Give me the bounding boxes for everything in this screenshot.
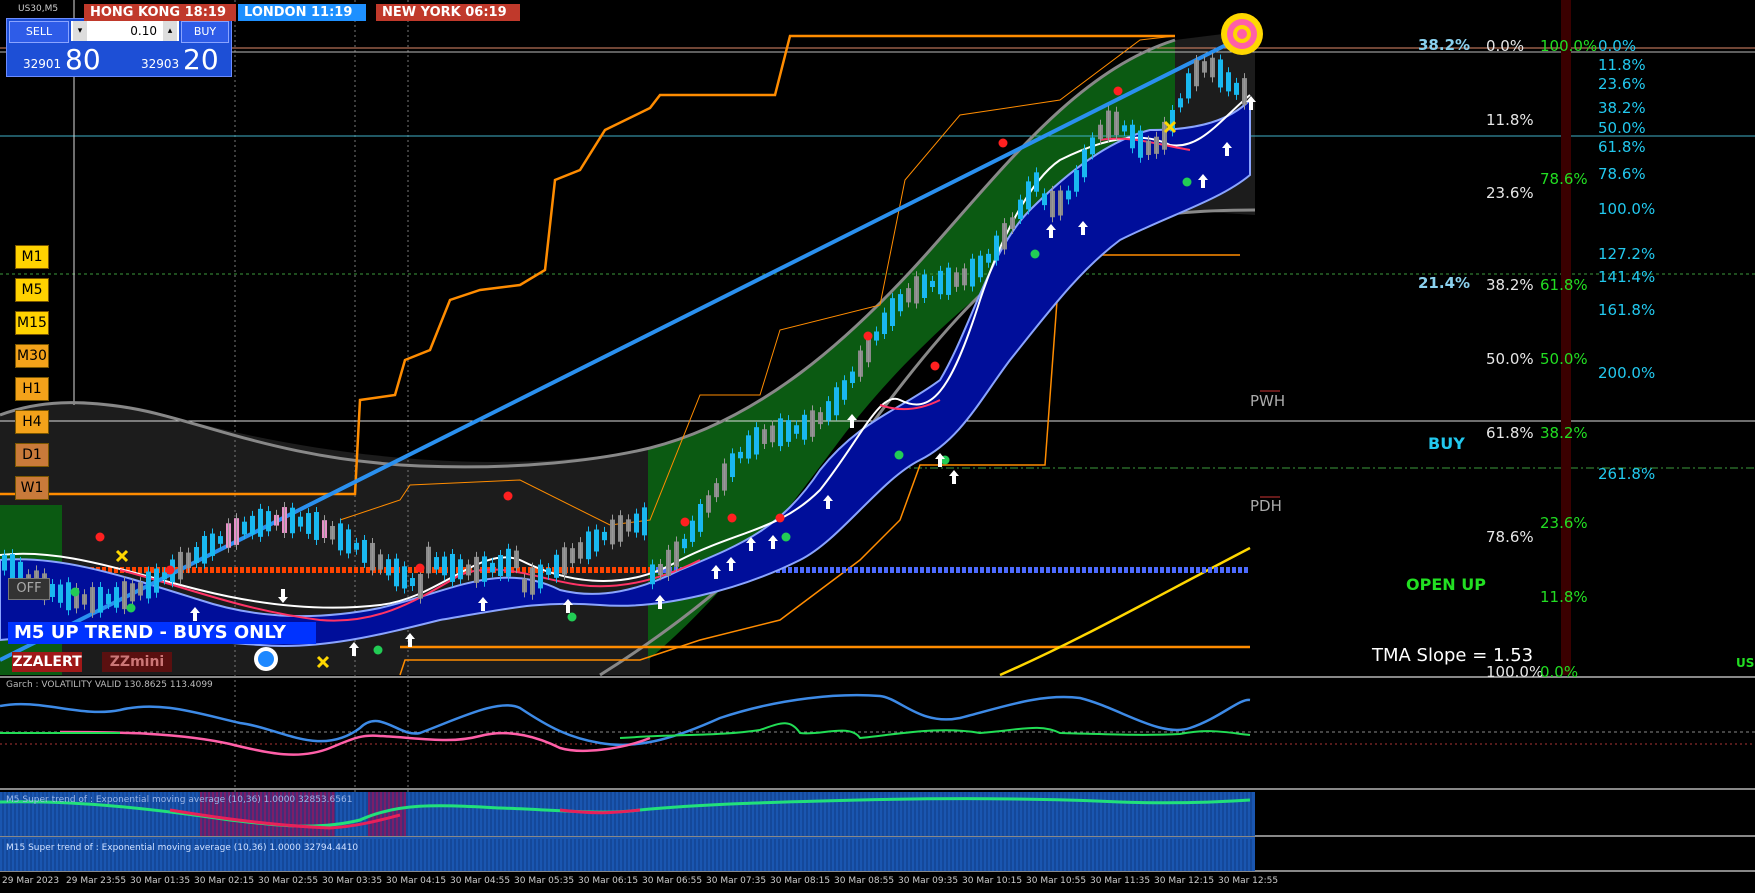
- time-axis-label: 30 Mar 12:15: [1154, 876, 1215, 886]
- fib-white-0: 0.0%: [1486, 37, 1525, 55]
- fib-cyan-7: 100.0%: [1598, 200, 1656, 218]
- fib-cyan-5: 61.8%: [1598, 138, 1646, 156]
- fib-left-38: 38.2%: [1418, 36, 1471, 54]
- sell-price-pips: 80: [65, 43, 101, 76]
- time-axis-label: 30 Mar 06:15: [578, 876, 639, 886]
- sell-price-prefix: 32901: [23, 57, 62, 71]
- timeframe-button-m1[interactable]: M1: [15, 245, 49, 269]
- lot-size-input[interactable]: ▾ 0.10 ▴: [71, 21, 179, 41]
- time-axis-label: 30 Mar 02:55: [258, 876, 319, 886]
- lot-increase-icon[interactable]: ▴: [163, 21, 177, 41]
- timeframe-button-m15[interactable]: M15: [15, 311, 49, 335]
- time-axis-label: 30 Mar 07:35: [706, 876, 767, 886]
- fib-cyan-11: 200.0%: [1598, 364, 1656, 382]
- target-circle-icon: [1221, 13, 1263, 55]
- trend-banner: M5 UP TREND - BUYS ONLY: [8, 622, 316, 644]
- sell-price[interactable]: 32901 80: [9, 43, 119, 76]
- buy-button[interactable]: BUY: [181, 21, 229, 43]
- fib-green-2: 61.8%: [1540, 276, 1588, 294]
- right-edge-label: US: [1736, 656, 1755, 670]
- buy-signal-label: BUY: [1428, 434, 1465, 453]
- fib-white-5: 61.8%: [1486, 424, 1534, 442]
- time-axis-label: 30 Mar 09:35: [898, 876, 959, 886]
- timeframe-button-w1[interactable]: W1: [15, 476, 49, 500]
- pdh-label: PDH: [1250, 497, 1282, 515]
- right-red-band: [1561, 0, 1571, 675]
- buy-price[interactable]: 32903 20: [121, 43, 231, 76]
- time-axis-label: 30 Mar 01:35: [130, 876, 191, 886]
- fib-green-7: 0.0%: [1540, 663, 1579, 681]
- time-axis-label: 30 Mar 10:55: [1026, 876, 1087, 886]
- one-click-trade-panel[interactable]: SELL ▾ 0.10 ▴ BUY 32901 80 32903 20: [6, 18, 232, 77]
- zzalert-button[interactable]: ZZALERT: [12, 652, 82, 672]
- garch-pink-line: [59, 730, 651, 756]
- fib-cyan-4: 50.0%: [1598, 119, 1646, 137]
- timeframe-button-d1[interactable]: D1: [15, 443, 49, 467]
- garch-indicator-pane[interactable]: [0, 678, 1755, 788]
- pwh-label: PWH: [1250, 392, 1286, 410]
- fib-white-1: 11.8%: [1486, 111, 1534, 129]
- session-hong-kong: HONG KONG 18:19: [84, 4, 236, 21]
- fib-green-5: 23.6%: [1540, 514, 1588, 532]
- zzmini-button[interactable]: ZZmini: [102, 652, 172, 672]
- garch-green-line: [0, 722, 1251, 740]
- sell-button[interactable]: SELL: [9, 21, 69, 43]
- time-axis-label: 30 Mar 02:15: [194, 876, 255, 886]
- time-axis-label: 30 Mar 04:55: [450, 876, 511, 886]
- time-axis-label: 30 Mar 10:15: [962, 876, 1023, 886]
- timeframe-button-m30[interactable]: M30: [15, 344, 49, 368]
- fib-green-4: 38.2%: [1540, 424, 1588, 442]
- time-axis-label: 30 Mar 06:55: [642, 876, 703, 886]
- timeframe-button-h4[interactable]: H4: [15, 410, 49, 434]
- time-axis-label: 29 Mar 2023: [2, 876, 60, 886]
- supertrend-m15-label: M15 Super trend of : Exponential moving …: [6, 843, 359, 853]
- fib-white-2: 23.6%: [1486, 184, 1534, 202]
- fib-green-0: 100.0%: [1540, 37, 1598, 55]
- time-axis-label: 30 Mar 11:35: [1090, 876, 1151, 886]
- time-axis-label: 30 Mar 08:55: [834, 876, 895, 886]
- timeframe-button-m5[interactable]: M5: [15, 278, 49, 302]
- buy-price-pips: 20: [183, 43, 219, 76]
- mt4-chart-window[interactable]: US30,M5 Garch: VOLATILITY VALID 130.862…: [0, 0, 1755, 893]
- fib-left-21: 21.4%: [1418, 274, 1471, 292]
- fib-cyan-10: 161.8%: [1598, 301, 1656, 319]
- time-axis-label: 29 Mar 23:55: [66, 876, 127, 886]
- time-axis-label: 30 Mar 08:15: [770, 876, 831, 886]
- fib-cyan-2: 23.6%: [1598, 75, 1646, 93]
- fib-white-3: 38.2%: [1486, 276, 1534, 294]
- timeframe-button-h1[interactable]: H1: [15, 377, 49, 401]
- time-axis-label: 30 Mar 03:35: [322, 876, 383, 886]
- fib-white-6: 78.6%: [1486, 528, 1534, 546]
- fib-cyan-8: 127.2%: [1598, 245, 1656, 263]
- garch-label: Garch : VOLATILITY VALID 130.8625 113.40…: [6, 680, 213, 690]
- fib-cyan-3: 38.2%: [1598, 99, 1646, 117]
- fib-cyan-12: 261.8%: [1598, 465, 1656, 483]
- session-new-york: NEW YORK 06:19: [376, 4, 520, 21]
- fib-green-1: 78.6%: [1540, 170, 1588, 188]
- lot-decrease-icon[interactable]: ▾: [73, 21, 87, 41]
- fib-green-3: 50.0%: [1540, 350, 1588, 368]
- fib-white-4: 50.0%: [1486, 350, 1534, 368]
- time-axis-label: 30 Mar 04:15: [386, 876, 447, 886]
- fib-cyan-9: 141.4%: [1598, 268, 1656, 286]
- time-axis-label: 30 Mar 05:35: [514, 876, 575, 886]
- time-axis-label: 30 Mar 12:55: [1218, 876, 1279, 886]
- tma-slope-value: TMA Slope = 1.53: [1372, 645, 1534, 666]
- session-london: LONDON 11:19: [238, 4, 366, 21]
- buy-price-prefix: 32903: [141, 57, 180, 71]
- position-marker-icon: [254, 647, 278, 671]
- fib-green-6: 11.8%: [1540, 588, 1588, 606]
- open-up-label: OPEN UP: [1406, 575, 1486, 594]
- fib-cyan-6: 78.6%: [1598, 165, 1646, 183]
- supertrend-m5-label: M5 Super trend of : Exponential moving a…: [6, 795, 353, 805]
- fib-cyan-1: 11.8%: [1598, 56, 1646, 74]
- off-toggle[interactable]: OFF: [8, 578, 50, 600]
- fib-cyan-0: 0.0%: [1598, 37, 1637, 55]
